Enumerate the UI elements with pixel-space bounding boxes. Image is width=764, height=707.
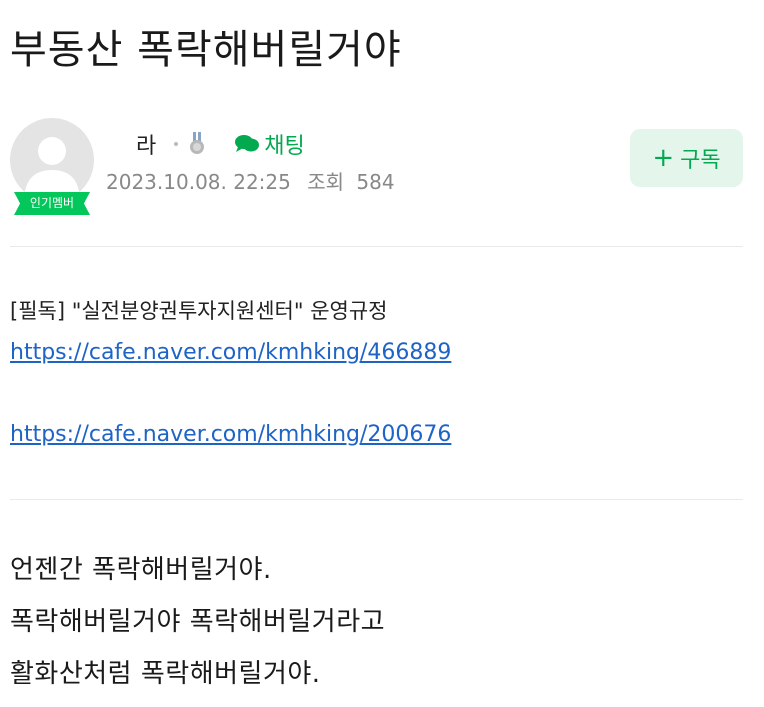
content-line-2: 폭락해버릴거야 폭락해버릴거라고 xyxy=(10,607,386,637)
avatar[interactable] xyxy=(10,118,94,202)
notice-link-2[interactable]: https://cafe.naver.com/kmhking/200676 xyxy=(10,420,451,450)
notice-link-1[interactable]: https://cafe.naver.com/kmhking/466889 xyxy=(10,338,451,368)
author-avatar-block[interactable]: 인기멤버 xyxy=(10,118,94,218)
views-count: 584 xyxy=(356,170,395,194)
plus-icon: + xyxy=(652,143,675,173)
chat-button[interactable]: 채팅 xyxy=(234,128,305,160)
notice-text: [필독] "실전분양권투자지원센터" 운영규정 xyxy=(10,299,388,323)
author-name[interactable]: 라 xyxy=(136,128,156,160)
notice-divider xyxy=(10,499,743,500)
post-date: 2023.10.08. 22:25 xyxy=(106,170,291,194)
medal-icon xyxy=(188,132,206,156)
header-divider xyxy=(10,246,743,247)
default-profile-icon xyxy=(24,137,80,202)
content-line-1: 언젠간 폭락해버릴거야. xyxy=(10,555,272,585)
author-row: 라 채팅 xyxy=(106,128,305,160)
subscribe-button[interactable]: + 구독 xyxy=(630,129,743,187)
popular-member-badge: 인기멤버 xyxy=(14,192,90,215)
post-meta: 2023.10.08. 22:25 조회 584 xyxy=(106,166,395,195)
name-separator-dot xyxy=(174,142,179,146)
post-title: 부동산 폭락해버릴거야 xyxy=(10,27,402,73)
chat-label: 채팅 xyxy=(264,134,305,159)
chat-bubble-icon xyxy=(234,133,260,155)
views-label: 조회 xyxy=(307,170,345,194)
subscribe-label: 구독 xyxy=(680,148,721,173)
content-line-3: 활화산처럼 폭락해버릴거야. xyxy=(10,659,321,689)
